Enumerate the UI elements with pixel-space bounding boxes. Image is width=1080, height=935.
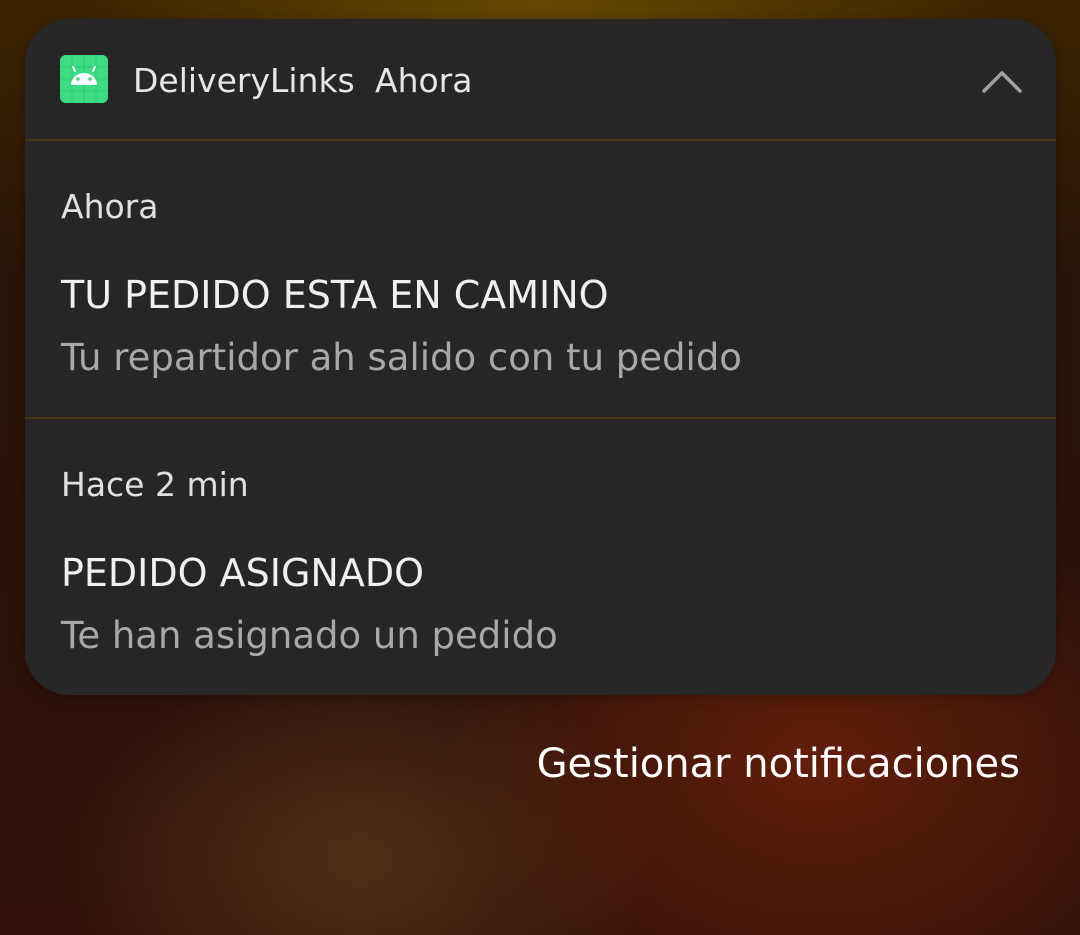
chevron-up-icon	[982, 71, 1022, 93]
collapse-button[interactable]	[974, 53, 1030, 109]
notification-item[interactable]: Hace 2 min PEDIDO ASIGNADO Te han asigna…	[25, 419, 1056, 695]
notification-time: Ahora	[61, 187, 159, 226]
header-time: Ahora	[375, 61, 473, 100]
app-name: DeliveryLinks	[133, 61, 355, 100]
notification-body: Te han asignado un pedido	[61, 614, 558, 657]
manage-notifications-button[interactable]: Gestionar notificaciones	[537, 738, 1020, 790]
android-robot-icon	[60, 55, 108, 103]
notification-time: Hace 2 min	[61, 465, 249, 504]
notification-body: Tu repartidor ah salido con tu pedido	[61, 336, 742, 379]
notification-group-card[interactable]: DeliveryLinks Ahora Ahora TU PEDIDO ESTA…	[25, 19, 1056, 695]
notification-group-header[interactable]: DeliveryLinks Ahora	[25, 19, 1056, 139]
notification-item[interactable]: Ahora TU PEDIDO ESTA EN CAMINO Tu repart…	[25, 141, 1056, 417]
notification-title: TU PEDIDO ESTA EN CAMINO	[61, 273, 609, 317]
notification-title: PEDIDO ASIGNADO	[61, 551, 425, 595]
